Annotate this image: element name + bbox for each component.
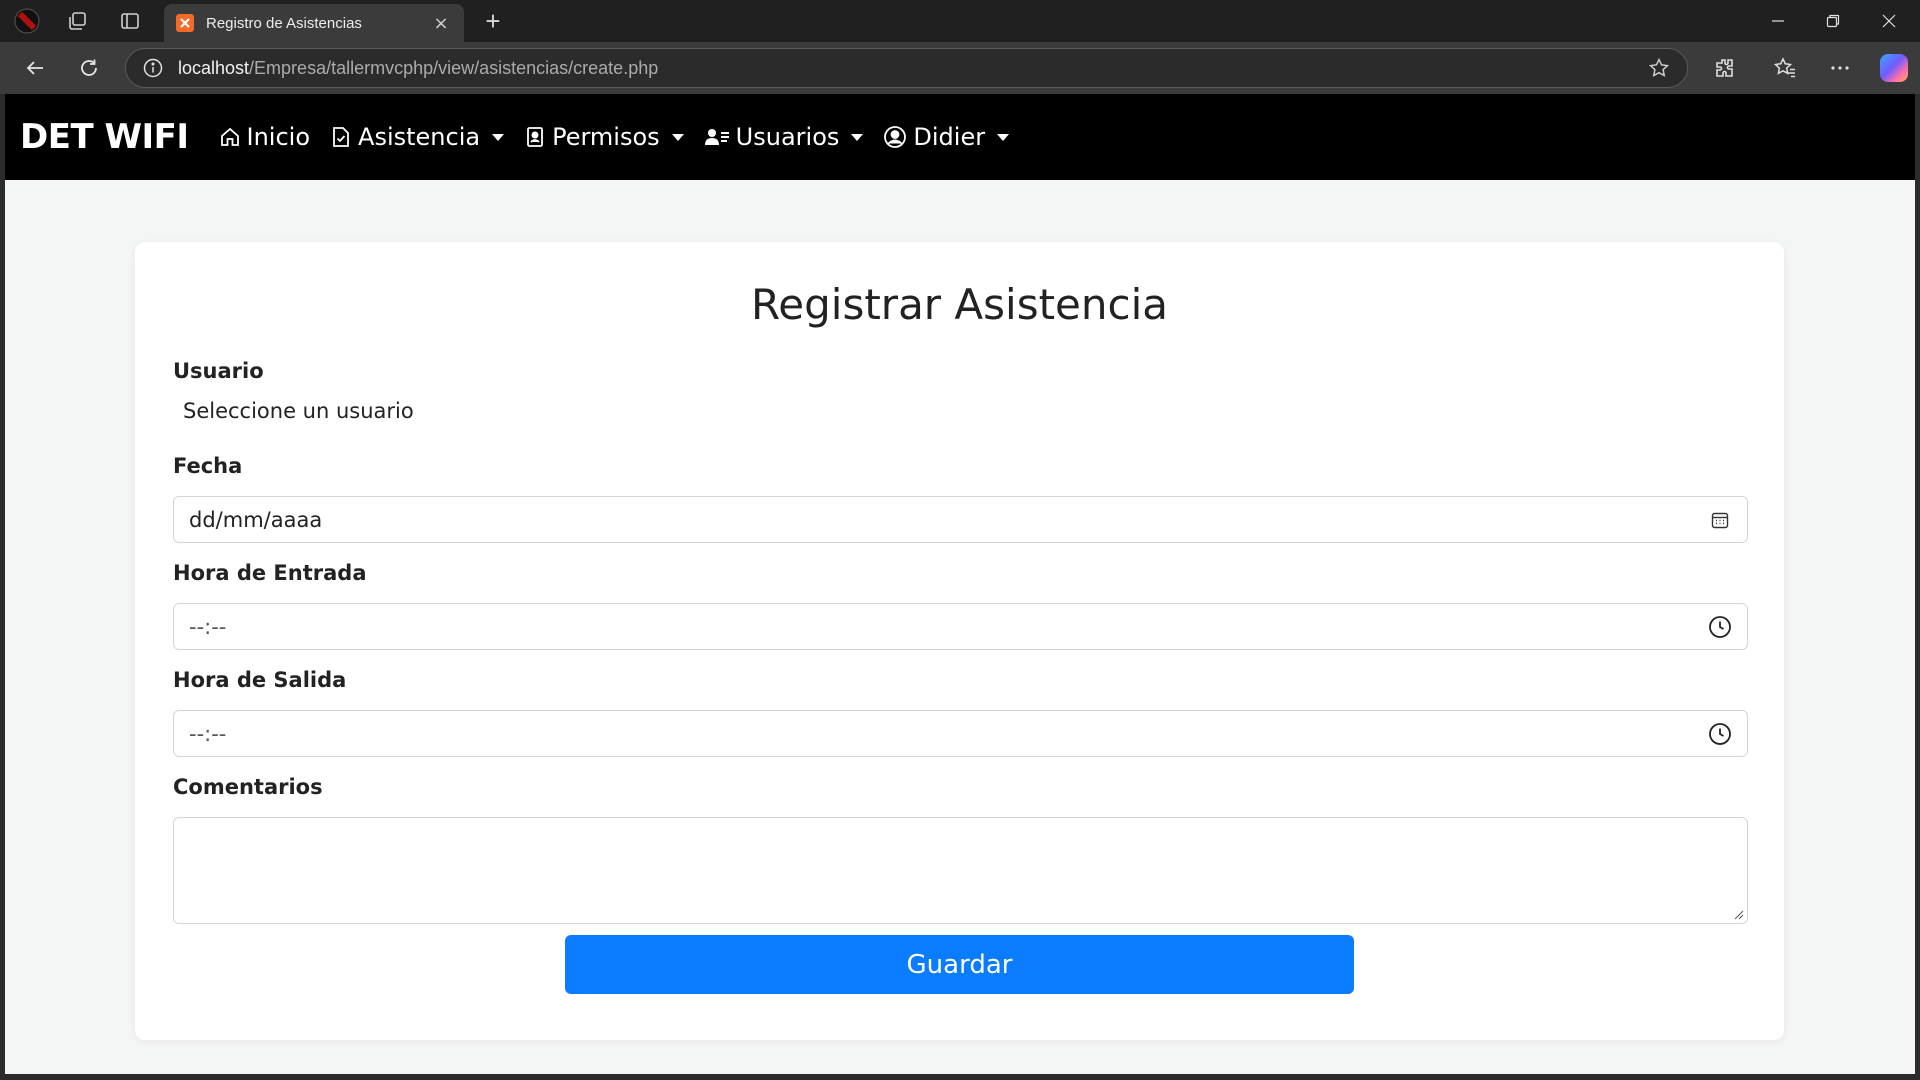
fecha-label: Fecha: [173, 454, 243, 478]
navbar-brand[interactable]: DET WIFI: [20, 117, 189, 157]
chevron-down-icon: [997, 133, 1010, 141]
url-text: localhost/Empresa/tallermvcphp/view/asis…: [178, 58, 1647, 79]
favorite-star-icon[interactable]: [1647, 56, 1671, 80]
chevron-down-icon: [671, 133, 684, 141]
file-check-icon: [333, 127, 349, 147]
nav-item-label: Asistencia: [358, 123, 481, 151]
badge-icon: [527, 127, 543, 147]
usuario-label: Usuario: [173, 359, 264, 383]
xampp-favicon-icon: [176, 14, 194, 32]
nav-item-label: Didier: [913, 123, 986, 151]
page-title: Registrar Asistencia: [750, 280, 1169, 329]
hora-entrada-input[interactable]: --:--: [173, 603, 1748, 650]
users-icon: [704, 129, 729, 145]
guardar-button[interactable]: Guardar: [565, 935, 1354, 994]
tab-title: Registro de Asistencias: [206, 14, 362, 32]
close-window-icon[interactable]: [1866, 6, 1912, 36]
new-tab-button[interactable]: +: [478, 6, 508, 36]
nav-item-usuarios[interactable]: Usuarios: [704, 123, 864, 151]
copilot-icon[interactable]: [1880, 54, 1908, 82]
hora-entrada-input-value: --:--: [189, 614, 227, 639]
home-icon: [220, 127, 239, 146]
profile-avatar-icon[interactable]: [14, 8, 40, 34]
comentarios-label: Comentarios: [173, 775, 323, 799]
vertical-tabs-icon[interactable]: [117, 8, 143, 34]
url-host: localhost: [178, 57, 250, 78]
restore-icon[interactable]: [1810, 6, 1856, 36]
nav-item-label: Permisos: [552, 123, 660, 151]
chevron-down-icon: [851, 133, 864, 141]
workspaces-icon[interactable]: [64, 8, 90, 34]
fecha-input-value: dd/mm/aaaa: [189, 507, 323, 532]
form-card: Registrar Asistencia Usuario Seleccione …: [135, 242, 1784, 1040]
browser-toolbar: localhost/Empresa/tallermvcphp/view/asis…: [0, 42, 1920, 94]
comentarios-textarea[interactable]: [173, 817, 1748, 924]
extensions-icon[interactable]: [1710, 53, 1740, 83]
site-navbar: DET WIFI Inicio Asistencia Permisos Usua…: [5, 94, 1915, 180]
hora-salida-input[interactable]: --:--: [173, 710, 1748, 757]
clock-icon[interactable]: [1708, 722, 1732, 746]
nav-item-label: Inicio: [246, 123, 311, 151]
nav-item-inicio[interactable]: Inicio: [219, 123, 311, 151]
usuario-select[interactable]: Seleccione un usuario: [183, 399, 414, 423]
hora-salida-input-value: --:--: [189, 721, 227, 746]
nav-item-label: Usuarios: [735, 123, 840, 151]
more-menu-icon[interactable]: [1825, 53, 1855, 83]
refresh-icon[interactable]: [74, 53, 104, 83]
user-circle-icon: [884, 126, 907, 148]
site-info-icon[interactable]: [142, 57, 164, 79]
nav-item-didier[interactable]: Didier: [883, 123, 1010, 151]
minimize-icon[interactable]: [1755, 6, 1801, 36]
clock-icon[interactable]: [1708, 615, 1732, 639]
url-path: /Empresa/tallermvcphp/view/asistencias/c…: [249, 57, 659, 78]
resize-grip-icon[interactable]: [1734, 910, 1744, 920]
nav-item-asistencia[interactable]: Asistencia: [330, 123, 505, 151]
page-content: DET WIFI Inicio Asistencia Permisos Usua…: [5, 94, 1915, 1074]
address-bar[interactable]: localhost/Empresa/tallermvcphp/view/asis…: [125, 48, 1688, 88]
back-arrow-icon[interactable]: [20, 53, 50, 83]
browser-tab-bar: Registro de Asistencias × +: [0, 0, 1920, 42]
chevron-down-icon: [492, 133, 505, 141]
favorites-icon[interactable]: [1770, 53, 1800, 83]
active-tab[interactable]: Registro de Asistencias ×: [164, 4, 464, 42]
tab-close-button[interactable]: ×: [430, 13, 452, 34]
hora-entrada-label: Hora de Entrada: [173, 561, 367, 585]
hora-salida-label: Hora de Salida: [173, 668, 347, 692]
nav-item-permisos[interactable]: Permisos: [524, 123, 684, 151]
calendar-icon[interactable]: [1708, 508, 1732, 532]
fecha-input[interactable]: dd/mm/aaaa: [173, 496, 1748, 543]
